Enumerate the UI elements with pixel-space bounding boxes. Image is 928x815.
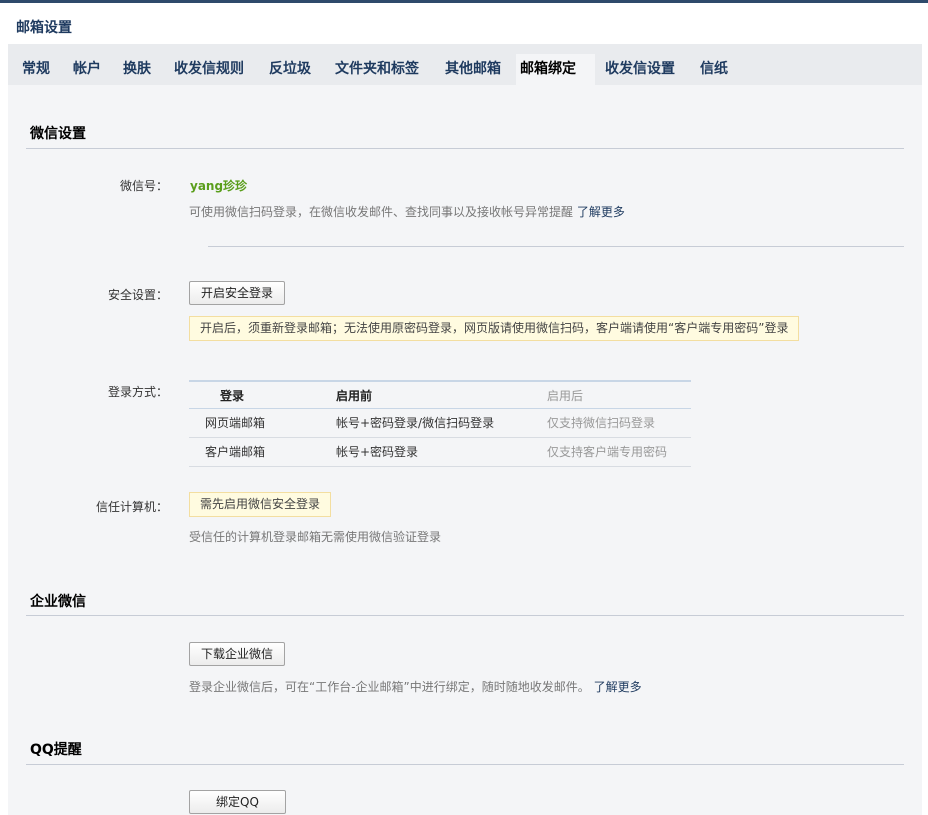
tab-skin[interactable]: 换肤 — [117, 54, 157, 85]
tab-send-receive-settings[interactable]: 收发信设置 — [599, 54, 681, 85]
tab-folders-labels[interactable]: 文件夹和标签 — [329, 54, 425, 85]
bind-qq-button[interactable]: 绑定QQ — [189, 790, 286, 814]
column-header-before: 启用前 — [336, 389, 373, 403]
tab-anti-spam[interactable]: 反垃圾 — [263, 54, 317, 85]
divider — [26, 148, 904, 149]
wechat-learn-more-link[interactable]: 了解更多 — [577, 205, 625, 219]
column-header-after: 启用后 — [547, 389, 584, 403]
wechat-id-value: yang珍珍 — [190, 179, 248, 193]
row-after: 仅支持客户端专用密码 — [547, 445, 668, 459]
settings-content: 微信设置 微信号： yang珍珍 可使用微信扫码登录，在微信收发邮件、查找同事以… — [8, 85, 922, 815]
divider — [26, 764, 904, 765]
wework-section-title: 企业微信 — [30, 594, 86, 610]
tab-stationery[interactable]: 信纸 — [694, 54, 734, 85]
wework-desc: 登录企业微信后，可在“工作台-企业邮箱”中进行绑定，随时随地收发邮件。 了解更多 — [189, 678, 642, 695]
settings-tab-bar: 常规 帐户 换肤 收发信规则 反垃圾 文件夹和标签 其他邮箱 邮箱绑定 收发信设… — [8, 44, 922, 85]
enable-secure-login-button[interactable]: 开启安全登录 — [189, 281, 286, 305]
row-after: 仅支持微信扫码登录 — [547, 416, 656, 430]
row-before: 帐号+密码登录/微信扫码登录 — [336, 416, 495, 430]
row-client-type: 客户端邮箱 — [205, 445, 266, 459]
security-notice: 开启后，须重新登录邮箱；无法使用原密码登录，网页版请使用微信扫码，客户端请使用“… — [189, 316, 800, 341]
tab-mail-rules[interactable]: 收发信规则 — [168, 54, 250, 85]
divider — [26, 615, 904, 616]
wechat-desc: 可使用微信扫码登录，在微信收发邮件、查找同事以及接收帐号异常提醒 了解更多 — [189, 203, 625, 220]
column-header-login: 登录 — [220, 389, 245, 403]
wechat-id-label: 微信号： — [119, 179, 168, 193]
login-method-label: 登录方式： — [107, 385, 168, 399]
login-method-table: 登录 启用前 启用后 网页端邮箱 帐号+密码登录/微信扫码登录 仅支持微信扫码登… — [189, 380, 691, 467]
tab-mailbox-binding[interactable]: 邮箱绑定 — [516, 54, 595, 85]
row-client-type: 网页端邮箱 — [205, 416, 266, 430]
top-border — [0, 0, 928, 3]
tab-general[interactable]: 常规 — [16, 54, 56, 85]
tab-other-mailboxes[interactable]: 其他邮箱 — [439, 54, 507, 85]
trusted-computer-label: 信任计算机： — [95, 500, 168, 514]
table-row: 网页端邮箱 帐号+密码登录/微信扫码登录 仅支持微信扫码登录 — [189, 409, 691, 438]
row-before: 帐号+密码登录 — [336, 445, 419, 459]
download-wework-button[interactable]: 下载企业微信 — [189, 642, 286, 666]
wework-desc-text: 登录企业微信后，可在“工作台-企业邮箱”中进行绑定，随时随地收发邮件。 — [189, 680, 590, 694]
divider — [208, 246, 904, 247]
wechat-section-title: 微信设置 — [30, 126, 86, 142]
page-title: 邮箱设置 — [16, 20, 72, 36]
wework-learn-more-link[interactable]: 了解更多 — [594, 680, 642, 694]
table-header: 登录 启用前 启用后 — [189, 380, 691, 409]
table-row: 客户端邮箱 帐号+密码登录 仅支持客户端专用密码 — [189, 438, 691, 467]
wechat-desc-text: 可使用微信扫码登录，在微信收发邮件、查找同事以及接收帐号异常提醒 — [189, 205, 574, 219]
trusted-computer-notice: 需先启用微信安全登录 — [189, 492, 332, 517]
tab-account[interactable]: 帐户 — [67, 54, 107, 85]
qq-section-title: QQ提醒 — [30, 742, 82, 758]
security-label: 安全设置： — [107, 288, 168, 302]
trusted-computer-desc: 受信任的计算机登录邮箱无需使用微信验证登录 — [189, 530, 442, 544]
